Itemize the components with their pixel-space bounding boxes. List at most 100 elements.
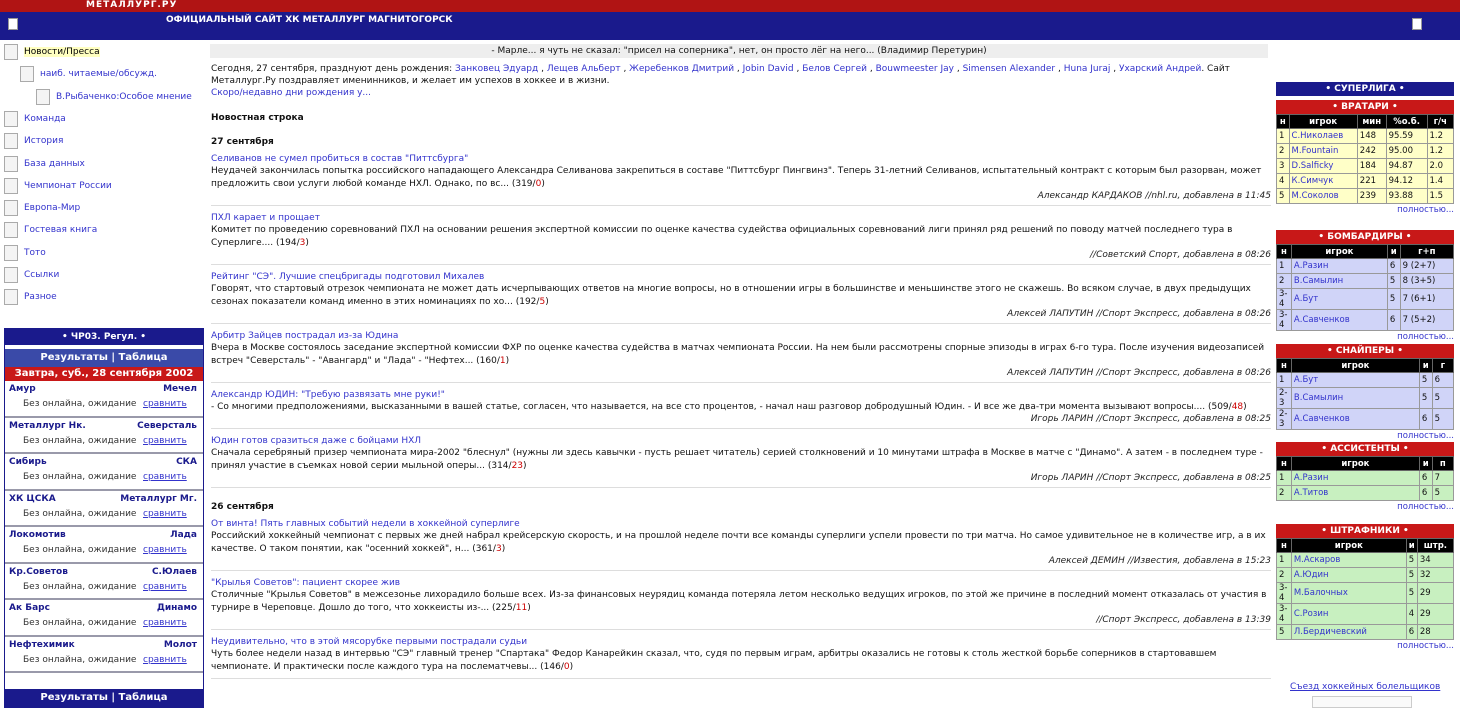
player-link[interactable]: В.Самылин <box>1290 387 1420 409</box>
comments-count[interactable]: 48 <box>1232 402 1243 412</box>
compare-link[interactable]: сравнить <box>143 509 187 519</box>
compare-link[interactable]: сравнить <box>143 618 187 628</box>
table-cell: 1.2 <box>1426 128 1455 144</box>
birthday-name-link[interactable]: Ухарский Андрей <box>1119 64 1201 74</box>
nav-item-9[interactable]: Тото <box>4 243 46 263</box>
penalty-title[interactable]: • ШТРАФНИКИ • <box>1276 524 1454 538</box>
document-icon <box>4 222 18 239</box>
compare-link[interactable]: сравнить <box>143 655 187 665</box>
player-link[interactable]: А.Титов <box>1290 485 1420 501</box>
news-title-link[interactable]: ПХЛ карает и прощает <box>211 212 1271 224</box>
home-team[interactable]: Амур <box>9 384 36 394</box>
nav-item-11[interactable]: Разное <box>4 287 57 307</box>
table-cell: 32 <box>1416 567 1455 583</box>
birthday-more-link[interactable]: Скоро/недавно дни рождения у... <box>211 88 371 98</box>
nav-item-2[interactable]: В.Рыбаченко:Особое мнение <box>36 87 192 107</box>
player-link[interactable]: М.Балочных <box>1290 582 1407 604</box>
birthday-name-link[interactable]: Белов Сергей <box>802 64 867 74</box>
player-link[interactable]: А.Разин <box>1290 258 1388 274</box>
nav-item-8[interactable]: Гостевая книга <box>4 220 97 240</box>
home-team[interactable]: Кр.Советов <box>9 567 68 577</box>
nav-item-5[interactable]: База данных <box>4 154 85 174</box>
player-link[interactable]: А.Бут <box>1290 372 1420 388</box>
home-team[interactable]: Сибирь <box>9 457 47 467</box>
scorers-title[interactable]: • БОМБАРДИРЫ • <box>1276 230 1454 244</box>
player-link[interactable]: А.Юдин <box>1290 567 1407 583</box>
snipers-more-link[interactable]: полностью... <box>1276 430 1454 442</box>
news-title-link[interactable]: "Крылья Советов": пациент скорее жив <box>211 577 1271 589</box>
away-team[interactable]: Металлург Мг. <box>120 494 197 504</box>
player-link[interactable]: А.Разин <box>1290 470 1420 486</box>
news-title-link[interactable]: Арбитр Зайцев пострадал из-за Юдина <box>211 330 1271 342</box>
player-link[interactable]: С.Николаев <box>1288 128 1358 144</box>
goalies-title[interactable]: • ВРАТАРИ • <box>1276 100 1454 114</box>
away-team[interactable]: Северсталь <box>137 421 197 431</box>
away-team[interactable]: Динамо <box>157 603 197 613</box>
away-team[interactable]: Лада <box>170 530 197 540</box>
birthday-name-link[interactable]: Jobin David <box>743 64 794 74</box>
player-link[interactable]: К.Симчук <box>1288 173 1358 189</box>
nav-item-10[interactable]: Ссылки <box>4 265 59 285</box>
home-team[interactable]: Металлург Нк. <box>9 421 86 431</box>
player-link[interactable]: В.Самылин <box>1290 273 1388 289</box>
comments-count[interactable]: 11 <box>516 603 527 613</box>
player-link[interactable]: А.Савченков <box>1290 309 1388 331</box>
birthday-name-link[interactable]: Simensen Alexander <box>963 64 1056 74</box>
assists-more-link[interactable]: полностью... <box>1276 501 1454 513</box>
home-team[interactable]: Нефтехимик <box>9 640 75 650</box>
away-team[interactable]: Молот <box>164 640 197 650</box>
compare-link[interactable]: сравнить <box>143 436 187 446</box>
penalty-box: • ШТРАФНИКИ • н игрок и штр. 1 М.Аскаров 5 34 2 А.… <box>1276 524 1455 652</box>
news-title-link[interactable]: Александр ЮДИН: "Требую развязать мне ру… <box>211 389 1271 401</box>
scorers-more-link[interactable]: полностью... <box>1276 331 1454 343</box>
news-title-link[interactable]: Юдин готов сразиться даже с бойцами НХЛ <box>211 435 1271 447</box>
news-title-link[interactable]: От винта! Пять главных событий недели в … <box>211 518 1271 530</box>
away-team[interactable]: Мечел <box>163 384 197 394</box>
home-team[interactable]: ХК ЦСКА <box>9 494 56 504</box>
birthday-name-link[interactable]: Bouwmeester Jay <box>876 64 954 74</box>
nav-item-0[interactable]: Новости/Пресса <box>4 42 100 62</box>
nav-item-1[interactable]: наиб. читаемые/обсужд. <box>20 64 157 84</box>
nav-item-4[interactable]: История <box>4 131 63 151</box>
player-link[interactable]: Л.Бердичевский <box>1290 624 1407 640</box>
compare-link[interactable]: сравнить <box>143 545 187 555</box>
penalty-more-link[interactable]: полностью... <box>1276 640 1454 652</box>
assists-title[interactable]: • АССИСТЕНТЫ • <box>1276 442 1454 456</box>
home-team[interactable]: Ак Барс <box>9 603 50 613</box>
news-author: Алексей ЛАПУТИН //Спорт Экспресс, добавл… <box>1007 309 1271 319</box>
player-link[interactable]: М.Соколов <box>1288 188 1358 204</box>
home-team[interactable]: Локомотив <box>9 530 66 540</box>
snipers-title[interactable]: • СНАЙПЕРЫ • <box>1276 344 1454 358</box>
player-link[interactable]: D.Salficky <box>1288 158 1358 174</box>
player-link[interactable]: С.Розин <box>1290 603 1407 625</box>
page-icon-right[interactable] <box>1412 18 1422 30</box>
news-title-link[interactable]: Селиванов не сумел пробиться в состав "П… <box>211 153 1271 165</box>
results-table-tabs-bottom[interactable]: Результаты | Таблица <box>5 689 203 707</box>
page-icon-left[interactable] <box>8 18 18 30</box>
goalies-more-link[interactable]: полностью... <box>1276 204 1454 216</box>
player-link[interactable]: А.Савченков <box>1290 408 1420 430</box>
compare-link[interactable]: сравнить <box>143 472 187 482</box>
fans-congress-link[interactable]: Съезд хоккейных болельщиков <box>1290 682 1440 692</box>
compare-link[interactable]: сравнить <box>143 582 187 592</box>
birthday-name-link[interactable]: Huna Juraj <box>1064 64 1111 74</box>
birthday-name-link[interactable]: Занковец Эдуард <box>455 64 538 74</box>
championship-title[interactable]: • ЧР03. Регул. • <box>5 329 203 345</box>
birthday-name-link[interactable]: Жеребенков Дмитрий <box>629 64 734 74</box>
player-link[interactable]: А.Бут <box>1290 288 1388 310</box>
comments-count[interactable]: 23 <box>512 461 523 471</box>
footer-banner <box>1312 696 1412 708</box>
away-team[interactable]: С.Юлаев <box>152 567 197 577</box>
player-link[interactable]: М.Аскаров <box>1290 552 1407 568</box>
nav-item-7[interactable]: Европа-Мир <box>4 198 80 218</box>
news-title-link[interactable]: Рейтинг "СЭ". Лучшие спецбригады подгото… <box>211 271 1271 283</box>
player-link[interactable]: M.Fountain <box>1288 143 1358 159</box>
news-title-link[interactable]: Неудивительно, что в этой мясорубке перв… <box>211 636 1271 648</box>
away-team[interactable]: СКА <box>176 457 197 467</box>
nav-item-3[interactable]: Команда <box>4 109 66 129</box>
birthday-name-link[interactable]: Лещев Альберт <box>547 64 621 74</box>
nav-item-6[interactable]: Чемпионат России <box>4 176 112 196</box>
compare-link[interactable]: сравнить <box>143 399 187 409</box>
results-table-tabs[interactable]: Результаты | Таблица <box>5 349 203 367</box>
site-logo[interactable]: МЕТАЛЛУРГ.РУ <box>86 0 177 10</box>
